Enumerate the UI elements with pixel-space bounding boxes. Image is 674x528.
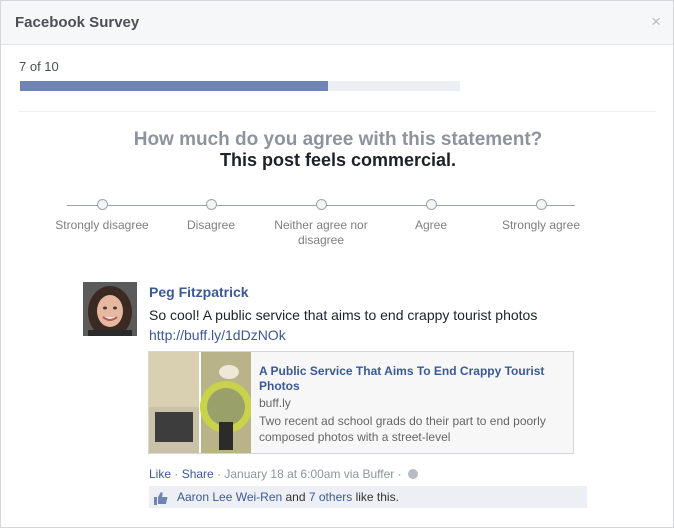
link-description: Two recent ad school grads do their part… [259,414,546,444]
like-link[interactable]: Like [149,467,171,481]
thumbs-up-icon [154,490,168,505]
scale-option-label: Strongly agree [501,218,581,232]
scale-option-disagree[interactable]: Disagree [161,199,261,233]
link-domain: buff.ly [259,396,291,410]
likes-suffix: like this. [352,490,399,504]
scale-option-label: Agree [414,218,448,232]
radio-button[interactable] [535,199,547,210]
link-title[interactable]: A Public Service That Aims To End Crappy… [259,364,559,394]
post-author[interactable]: Peg Fitzpatrick [149,284,249,300]
others-link[interactable]: 7 others [309,490,352,504]
liker-name[interactable]: Aaron Lee Wei-Ren [177,490,282,504]
divider [19,111,656,112]
progress-bar [20,81,460,91]
radio-button[interactable] [315,199,327,210]
avatar[interactable] [83,282,137,336]
dialog-title: Facebook Survey [15,14,140,31]
likes-and: and [282,490,309,504]
post-body: So cool! A public service that aims to e… [149,307,538,323]
scale-option-label: Neither agree nor disagree [274,218,368,247]
separator: · [171,467,182,481]
radio-button[interactable] [96,199,108,210]
link-thumbnail [149,352,251,453]
progress-label: 7 of 10 [19,59,59,74]
dialog-header: Facebook Survey × [1,1,673,45]
scale-option-agree[interactable]: Agree [381,199,481,233]
radio-button[interactable] [425,199,437,210]
post-text: So cool! A public service that aims to e… [149,305,569,345]
share-link[interactable]: Share [182,467,214,481]
link-preview-card[interactable]: A Public Service That Aims To End Crappy… [148,351,574,454]
scale-option-strongly-agree[interactable]: Strongly agree [491,199,591,233]
globe-icon [407,469,418,479]
scale-option-label: Strongly disagree [55,218,149,232]
likes-summary: Aaron Lee Wei-Ren and 7 others like this… [177,486,399,508]
progress-fill [20,81,328,91]
post-actions: Like · Share · January 18 at 6:00am via … [149,467,418,481]
question-prompt: How much do you agree with this statemen… [133,129,543,150]
scale-option-neither[interactable]: Neither agree nor disagree [271,199,371,248]
post-link[interactable]: http://buff.ly/1dDzNOk [149,327,286,343]
question-statement: This post feels commercial. [219,150,457,170]
close-icon[interactable]: × [651,12,661,32]
scale-option-label: Disagree [186,218,236,232]
post-timestamp: · January 18 at 6:00am via Buffer · [213,467,405,481]
likes-bar: Aaron Lee Wei-Ren and 7 others like this… [149,486,587,508]
survey-dialog: Facebook Survey × 7 of 10 How much do yo… [0,0,674,528]
scale-option-strongly-disagree[interactable]: Strongly disagree [52,199,152,233]
radio-button[interactable] [205,199,217,210]
